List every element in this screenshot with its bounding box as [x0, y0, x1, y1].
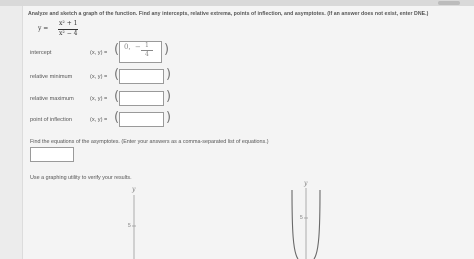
- graph2-left-branch: [291, 189, 299, 259]
- graphs-svg: [132, 188, 321, 259]
- graph2-right-branch: [313, 189, 321, 259]
